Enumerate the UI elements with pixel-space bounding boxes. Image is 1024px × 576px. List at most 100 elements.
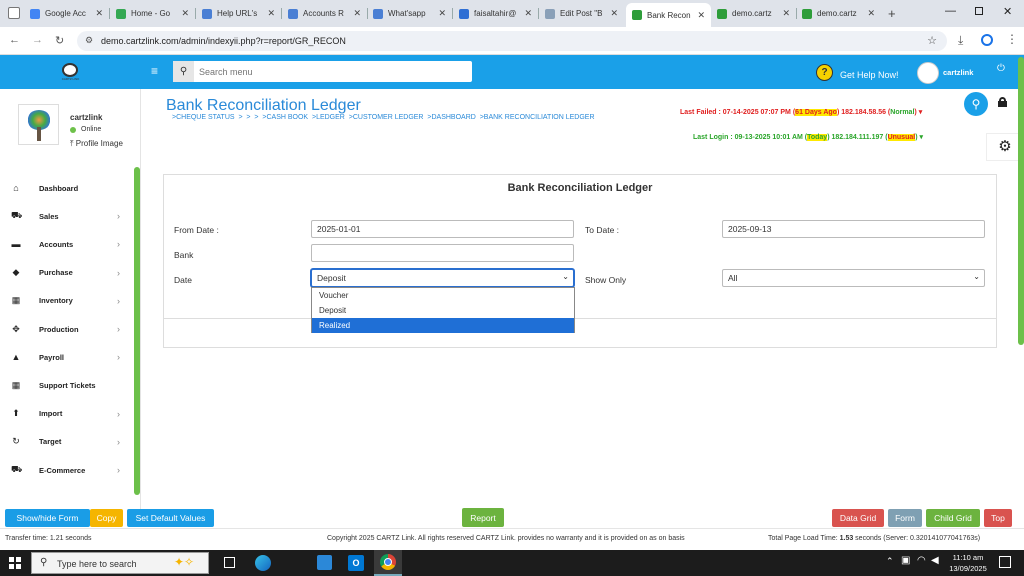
tab-search-icon[interactable] — [8, 7, 20, 19]
menu-toggle-icon[interactable]: ≡ — [151, 64, 158, 78]
browser-tab[interactable]: faisaltahir@ ✕ — [453, 4, 538, 23]
windows-start-icon[interactable] — [9, 557, 21, 569]
volume-icon[interactable]: ◀ — [931, 555, 939, 566]
task-view-icon[interactable] — [224, 557, 235, 568]
browser-tab[interactable]: demo.cartz ✕ — [796, 4, 881, 23]
copy-button[interactable]: Copy — [90, 509, 123, 527]
child-grid-button[interactable]: Child Grid — [926, 509, 980, 527]
power-icon[interactable]: ⏻ — [997, 63, 1005, 74]
page-scrollbar[interactable] — [1018, 57, 1024, 345]
lock-icon[interactable] — [998, 97, 1007, 107]
sidebar-item-production[interactable]: ✥ Production › — [0, 316, 132, 342]
chrome-taskbar-button[interactable] — [374, 550, 402, 576]
close-tab-icon[interactable]: ✕ — [353, 8, 361, 19]
last-login-ago: Today — [807, 134, 828, 141]
sidebar-item-sales[interactable]: ⛟ Sales › — [0, 203, 132, 229]
sidebar-item-dashboard[interactable]: ⌂ Dashboard — [0, 175, 132, 201]
browser-tab[interactable]: What'sapp ✕ — [367, 4, 452, 23]
sidebar-item-e-commerce[interactable]: ⛟ E-Commerce › — [0, 457, 132, 483]
date-select[interactable]: Deposit ⌄ — [311, 269, 574, 287]
star-icon[interactable]: ☆ — [927, 34, 937, 47]
data-grid-button[interactable]: Data Grid — [832, 509, 884, 527]
forward-icon[interactable]: → — [32, 34, 43, 46]
notifications-icon[interactable] — [999, 556, 1011, 568]
sidebar-item-target[interactable]: ↻ Target › — [0, 429, 132, 455]
user-avatar[interactable] — [917, 62, 939, 84]
from-date-input[interactable]: 2025-01-01 — [311, 220, 574, 238]
close-tab-icon[interactable]: ✕ — [267, 8, 275, 19]
close-tab-icon[interactable]: ✕ — [697, 10, 705, 21]
page-title: Bank Reconciliation Ledger — [166, 97, 361, 114]
browser-tab[interactable]: Edit Post "B ✕ — [539, 4, 624, 23]
tab-favicon-icon — [545, 8, 555, 19]
form-button[interactable]: Form — [888, 509, 922, 527]
search-circle-icon[interactable]: ⚲ — [964, 92, 988, 116]
show-hide-form-button[interactable]: Show/hide Form — [5, 509, 90, 527]
back-icon[interactable]: ← — [9, 34, 20, 46]
last-failed-end: ) — [914, 109, 917, 116]
search-input[interactable] — [199, 64, 464, 79]
show-only-select[interactable]: All ⌄ — [722, 269, 985, 287]
help-icon[interactable]: ? — [816, 64, 833, 81]
browser-tab[interactable]: Accounts R ✕ — [282, 4, 367, 23]
tray-chevron-icon[interactable]: ⌃ — [886, 556, 894, 567]
profile-icon[interactable] — [981, 34, 993, 46]
sidebar-item-payroll[interactable]: ▲ Payroll › — [0, 344, 132, 370]
breadcrumb[interactable]: >CHEQUE STATUS > > > >CASH BOOK >LEDGER … — [172, 114, 595, 121]
site-settings-icon[interactable]: ⚙ — [85, 35, 93, 46]
close-tab-icon[interactable]: ✕ — [782, 8, 790, 19]
close-tab-icon[interactable]: ✕ — [438, 8, 446, 19]
close-tab-icon[interactable]: ✕ — [181, 8, 189, 19]
outlook-icon[interactable]: O — [348, 555, 364, 571]
date-option-voucher[interactable]: Voucher — [312, 288, 574, 303]
store-icon[interactable] — [317, 555, 332, 570]
wifi-icon[interactable]: ◠ — [917, 555, 926, 566]
new-tab-icon[interactable]: + — [888, 6, 896, 21]
sidebar-item-inventory[interactable]: ▦ Inventory › — [0, 288, 132, 314]
help-link[interactable]: Get Help Now! — [840, 70, 899, 80]
last-failed-info: Last Failed : 07-14-2025 07:07 PM (61 Da… — [680, 108, 922, 116]
top-button[interactable]: Top — [984, 509, 1012, 527]
browser-tab[interactable]: Bank Recon ✕ — [626, 3, 711, 27]
date-option-deposit[interactable]: Deposit — [312, 303, 574, 318]
url-text: demo.cartzlink.com/admin/indexyii.php?r=… — [101, 36, 346, 46]
sidebar-scrollbar[interactable] — [134, 167, 140, 495]
clock-date: 13/09/2025 — [949, 564, 987, 573]
network-icon[interactable]: ▣ — [901, 555, 910, 566]
to-date-input[interactable]: 2025-09-13 — [722, 220, 985, 238]
taskbar-search-box[interactable]: ⚲ Type here to search ✦✧ — [31, 552, 209, 574]
sidebar-item-import[interactable]: ⬆ Import › — [0, 401, 132, 427]
online-status-icon — [70, 127, 76, 133]
close-tab-icon[interactable]: ✕ — [610, 8, 618, 19]
browser-tab[interactable]: demo.cartz ✕ — [711, 4, 796, 23]
system-clock[interactable]: 11:10 am 13/09/2025 — [946, 552, 990, 574]
profile-image-link[interactable]: ⤒ Profile Image — [70, 139, 123, 149]
set-default-values-button[interactable]: Set Default Values — [127, 509, 214, 527]
close-window-icon[interactable]: ✕ — [1003, 5, 1012, 18]
browser-tab[interactable]: Help URL's ✕ — [196, 4, 281, 23]
browser-tab[interactable]: Home - Go ✕ — [110, 4, 195, 23]
close-tab-icon[interactable]: ✕ — [524, 8, 532, 19]
reload-icon[interactable]: ↻ — [55, 34, 64, 47]
user-name[interactable]: cartzlink — [943, 68, 973, 77]
download-icon[interactable]: ⤓ — [958, 33, 963, 48]
sidebar-item-purchase[interactable]: ◆ Purchase › — [0, 260, 132, 286]
to-date-label: To Date : — [585, 225, 620, 235]
profile-image-label: Profile Image — [75, 139, 123, 148]
close-tab-icon[interactable]: ✕ — [95, 8, 103, 19]
browser-tab[interactable]: Google Acc ✕ — [24, 4, 109, 23]
bank-input[interactable] — [311, 244, 574, 262]
close-tab-icon[interactable]: ✕ — [867, 8, 875, 19]
date-option-realized[interactable]: Realized — [312, 318, 574, 333]
more-icon[interactable]: ⋮ — [1006, 32, 1018, 46]
logo[interactable]: CARTZ LINK — [0, 55, 141, 89]
search-icon[interactable]: ⚲ — [173, 61, 194, 82]
sidebar-item-support-tickets[interactable]: ▦ Support Tickets — [0, 372, 132, 398]
restore-icon[interactable] — [975, 7, 983, 15]
sidebar-item-accounts[interactable]: ▬ Accounts › — [0, 231, 132, 257]
logo-text: CARTZ LINK — [61, 77, 80, 81]
minimize-icon[interactable]: — — [945, 5, 956, 17]
report-button[interactable]: Report — [462, 508, 504, 527]
url-field[interactable]: ⚙ demo.cartzlink.com/admin/indexyii.php?… — [77, 31, 947, 51]
edge-icon[interactable] — [255, 555, 271, 571]
